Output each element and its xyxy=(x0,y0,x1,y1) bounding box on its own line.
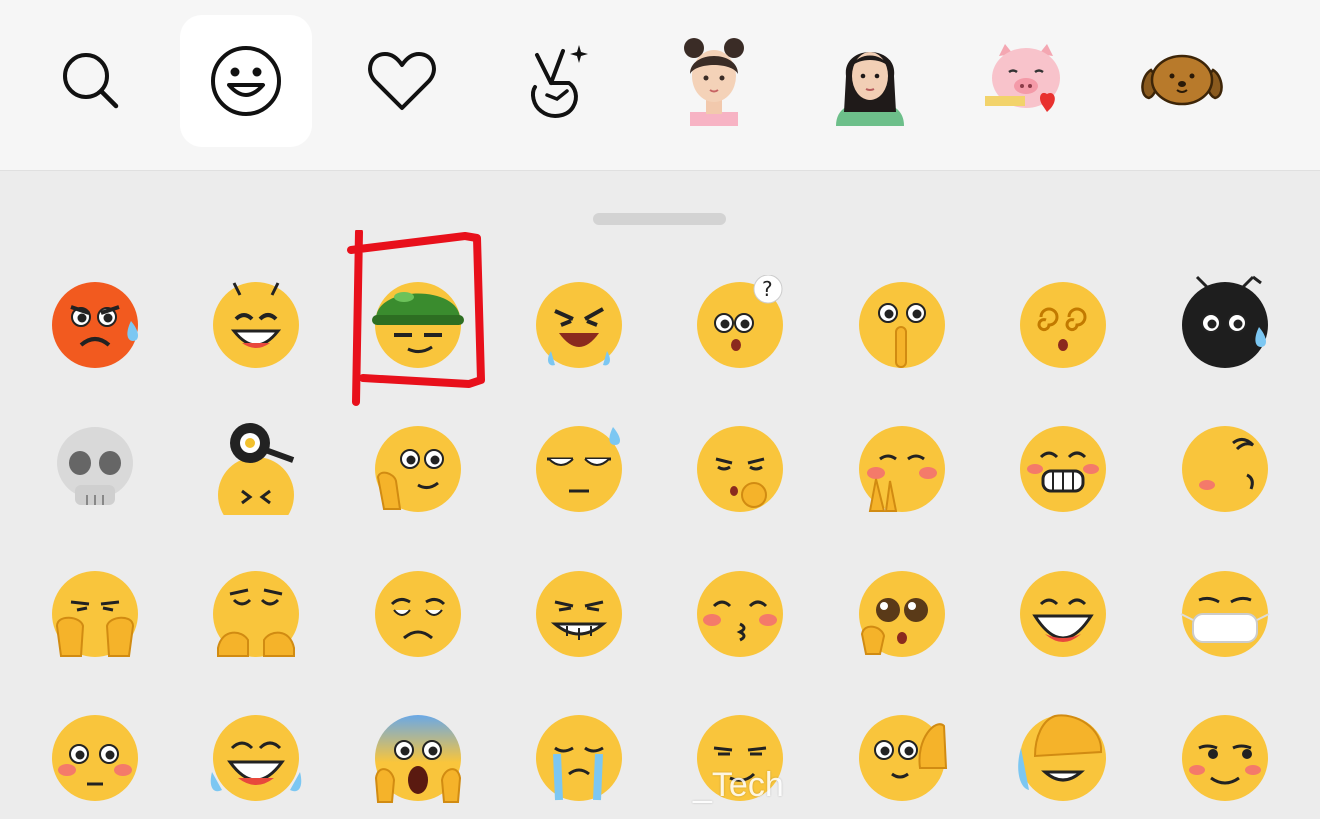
shy-fingers-icon xyxy=(213,571,299,657)
angry-sweat-icon xyxy=(52,282,138,368)
emoji-big-smile[interactable] xyxy=(1015,564,1111,660)
emoji-dizzy[interactable] xyxy=(1015,275,1111,371)
tab-sticker-pack-pig[interactable] xyxy=(960,15,1092,147)
smirk-hands-icon xyxy=(52,571,138,657)
hand-over-eyes-icon xyxy=(1018,714,1106,801)
tab-search[interactable] xyxy=(25,15,157,147)
eyeroll-sweat-icon xyxy=(536,426,622,512)
dizzy-icon xyxy=(1020,282,1106,368)
dog-icon xyxy=(1137,46,1227,116)
confused-question-icon: ? xyxy=(697,275,783,368)
emoji-smirk-hands[interactable] xyxy=(47,564,143,660)
blushing-hands-icon xyxy=(859,426,945,512)
svg-text:?: ? xyxy=(762,277,773,301)
emoji-hand-over-eyes[interactable] xyxy=(1015,708,1111,804)
tab-stickers[interactable] xyxy=(492,15,624,147)
screaming-icon xyxy=(374,715,462,803)
emoji-toolbar xyxy=(0,0,1320,171)
emoji-tears-of-joy[interactable] xyxy=(208,708,304,804)
tab-sticker-pack-girl-buns[interactable] xyxy=(648,15,780,147)
emoji-angry-sweat[interactable] xyxy=(47,275,143,371)
emoji-confused-question[interactable]: ? xyxy=(692,275,788,371)
emoji-shy-fingers[interactable] xyxy=(208,564,304,660)
victory-hand-icon xyxy=(523,41,593,121)
drag-handle[interactable] xyxy=(593,213,726,225)
emoji-kissing[interactable] xyxy=(692,564,788,660)
emoji-silly-tongue[interactable] xyxy=(1177,419,1273,515)
sad-frown-icon xyxy=(375,571,461,657)
black-face-sweat-icon xyxy=(1182,275,1268,368)
smiley-face-icon xyxy=(208,43,284,119)
thinking-smirk-icon xyxy=(697,426,783,512)
emoji-frying-pan-head[interactable] xyxy=(208,419,304,515)
emoji-pleading[interactable] xyxy=(854,564,950,660)
tab-favorites[interactable] xyxy=(336,15,468,147)
watermark-text: _Tech xyxy=(693,766,784,804)
avatar-girl-buns-icon xyxy=(672,36,756,126)
emoji-sad-frown[interactable] xyxy=(370,564,466,660)
emoji-smile-antenna[interactable] xyxy=(208,275,304,371)
emoji-flushed[interactable] xyxy=(47,708,143,804)
flushed-icon xyxy=(52,715,138,801)
watermark: _Tech xyxy=(515,766,784,805)
emoji-facepalm-peek[interactable] xyxy=(370,419,466,515)
mask-icon xyxy=(1180,571,1270,657)
search-icon xyxy=(56,46,126,116)
skull-icon xyxy=(57,427,133,505)
tears-of-joy-icon xyxy=(210,715,302,801)
squint-grin-icon xyxy=(536,571,622,657)
emoji-crying-rage[interactable] xyxy=(531,275,627,371)
tab-sticker-pack-girl-longhair[interactable] xyxy=(804,15,936,147)
emoji-blushing-hands[interactable] xyxy=(854,419,950,515)
silly-tongue-icon xyxy=(1182,426,1268,512)
tab-sticker-pack-dog[interactable] xyxy=(1116,15,1248,147)
shush-icon xyxy=(859,282,945,368)
emoji-side-eye-smile[interactable] xyxy=(1177,708,1273,804)
side-eye-smile-icon xyxy=(1182,715,1268,801)
pig-heart-icon xyxy=(981,36,1071,126)
facepalm-peek-icon xyxy=(375,426,461,512)
emoji-skull[interactable] xyxy=(47,419,143,515)
emoji-thinking-smirk[interactable] xyxy=(692,419,788,515)
emoji-face-with-hand[interactable] xyxy=(854,708,950,804)
emoji-eyeroll-sweat[interactable] xyxy=(531,419,627,515)
emoji-shush[interactable] xyxy=(854,275,950,371)
kissing-icon xyxy=(697,571,783,657)
emoji-mask[interactable] xyxy=(1177,564,1273,660)
red-highlight-box xyxy=(347,230,485,406)
emoji-panel xyxy=(0,171,1320,819)
tab-emoji[interactable] xyxy=(180,15,312,147)
emoji-squint-grin[interactable] xyxy=(531,564,627,660)
avatar-girl-longhair-icon xyxy=(828,36,912,126)
emoji-black-face-sweat[interactable] xyxy=(1177,275,1273,371)
frying-pan-head-icon xyxy=(218,423,295,515)
emoji-grin-blush[interactable] xyxy=(1015,419,1111,515)
grin-blush-icon xyxy=(1020,426,1106,512)
face-with-hand-icon xyxy=(859,715,948,801)
big-smile-icon xyxy=(1020,571,1106,657)
heart-icon xyxy=(367,50,437,112)
pleading-icon xyxy=(859,571,945,657)
emoji-screaming[interactable] xyxy=(370,708,466,804)
crying-rage-icon xyxy=(536,282,622,368)
smile-antenna-icon xyxy=(213,282,299,368)
